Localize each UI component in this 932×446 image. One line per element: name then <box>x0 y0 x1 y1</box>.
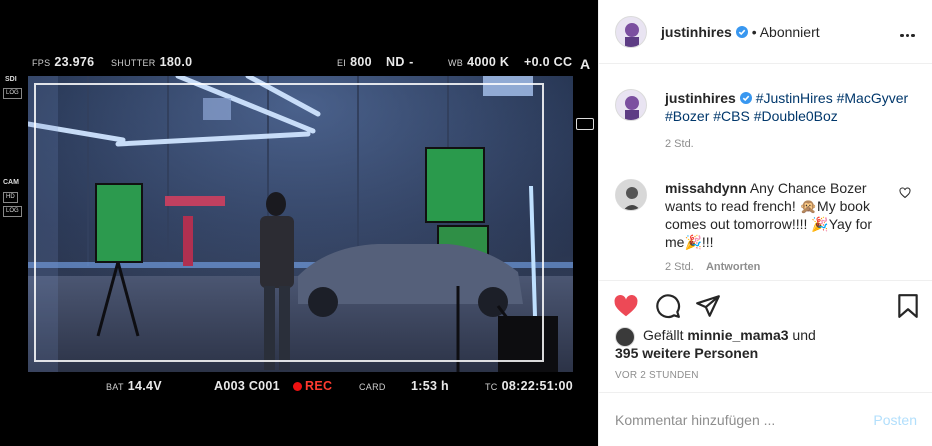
separator-dot: • <box>751 23 757 40</box>
hud-nd: ND - <box>386 55 414 69</box>
viewfinder-frame <box>34 83 544 362</box>
hud-cam-label: CAM <box>3 179 19 186</box>
post-comment-button[interactable]: Posten <box>873 412 917 428</box>
post-photo[interactable]: FPS 23.976 SHUTTER 180.0 EI 800 ND - WB 4000… <box>0 0 598 446</box>
caption-username[interactable]: justinhires <box>665 90 736 106</box>
hud-fps: FPS 23.976 <box>32 55 95 69</box>
author-avatar[interactable] <box>615 15 647 48</box>
hud-timecode: TC 08:22:51:00 <box>485 379 574 393</box>
hud-cam-hd: HD <box>3 192 18 203</box>
hud-a: A <box>580 56 591 72</box>
comment-icon[interactable] <box>655 293 681 319</box>
bookmark-icon[interactable] <box>895 293 921 319</box>
hashtag[interactable]: #CBS <box>713 108 750 124</box>
post-header: justinhires • Abonniert <box>599 0 932 64</box>
more-options-icon[interactable] <box>899 24 917 40</box>
commenter-username[interactable]: missahdynn <box>665 180 747 196</box>
post-timestamp: VOR 2 STUNDEN <box>615 370 699 381</box>
comment-text: missahdynn Any Chance Bozer wants to rea… <box>665 179 887 251</box>
caption-time: 2 Std. <box>665 138 694 150</box>
comments-list: justinhires #JustinHires #MacGyver #Boze… <box>599 65 932 280</box>
hashtag[interactable]: #Bozer <box>665 108 709 124</box>
comment-input[interactable] <box>615 411 874 428</box>
likes-prefix: Gefällt <box>643 327 684 343</box>
share-icon[interactable] <box>695 293 721 319</box>
following-button[interactable]: Abonniert <box>760 24 820 40</box>
hud-card: CARD <box>359 382 386 392</box>
hashtag[interactable]: #JustinHires <box>756 90 833 106</box>
heart-filled-icon[interactable] <box>613 293 639 319</box>
commenter-avatar[interactable] <box>615 179 647 211</box>
comment-time: 2 Std. <box>665 261 694 273</box>
likes-others[interactable]: 395 weitere Personen <box>615 344 915 362</box>
hud-cam-log: LOG <box>3 206 22 217</box>
verified-badge-icon <box>735 25 748 38</box>
verified-badge-icon <box>739 92 752 104</box>
camera-small-icon <box>576 118 594 130</box>
hud-sdi-label: SDI <box>5 76 17 83</box>
action-bar <box>599 280 932 328</box>
hud-ei: EI 800 <box>337 55 372 69</box>
reply-button[interactable]: Antworten <box>706 261 760 273</box>
hud-rec: REC <box>293 377 332 395</box>
hud-clip: A003 C001 <box>214 379 280 393</box>
likes-summary: Gefällt minnie_mama3 und 395 weitere Per… <box>615 326 915 362</box>
liker-username[interactable]: minnie_mama3 <box>687 327 788 343</box>
hud-shutter: SHUTTER 180.0 <box>111 55 193 69</box>
caption-text: justinhires #JustinHires #MacGyver #Boze… <box>665 89 915 125</box>
caption-avatar[interactable] <box>615 89 647 121</box>
hud-cc: +0.0 CC <box>524 55 573 69</box>
add-comment-bar: Posten <box>599 392 932 446</box>
small-heart-icon[interactable] <box>899 187 911 199</box>
hashtag[interactable]: #Double0Boz <box>754 108 838 124</box>
hashtag[interactable]: #MacGyver <box>837 90 909 106</box>
likes-and: und <box>792 327 816 343</box>
hud-sdi-log: LOG <box>3 88 22 99</box>
author-username[interactable]: justinhires <box>661 24 732 40</box>
caption: justinhires #JustinHires #MacGyver #Boze… <box>615 89 915 150</box>
hud-battery: BAT 14.4V <box>106 379 162 393</box>
comment-item: missahdynn Any Chance Bozer wants to rea… <box>615 179 915 273</box>
record-dot-icon <box>293 382 302 391</box>
post-panel: justinhires • Abonniert justinhires #Jus… <box>598 0 932 446</box>
liker-avatar[interactable] <box>615 327 635 347</box>
comment-meta: 2 Std. Antworten <box>665 261 915 273</box>
hud-card-time: 1:53 h <box>411 379 449 393</box>
hud-wb: WB 4000 K <box>448 55 510 69</box>
